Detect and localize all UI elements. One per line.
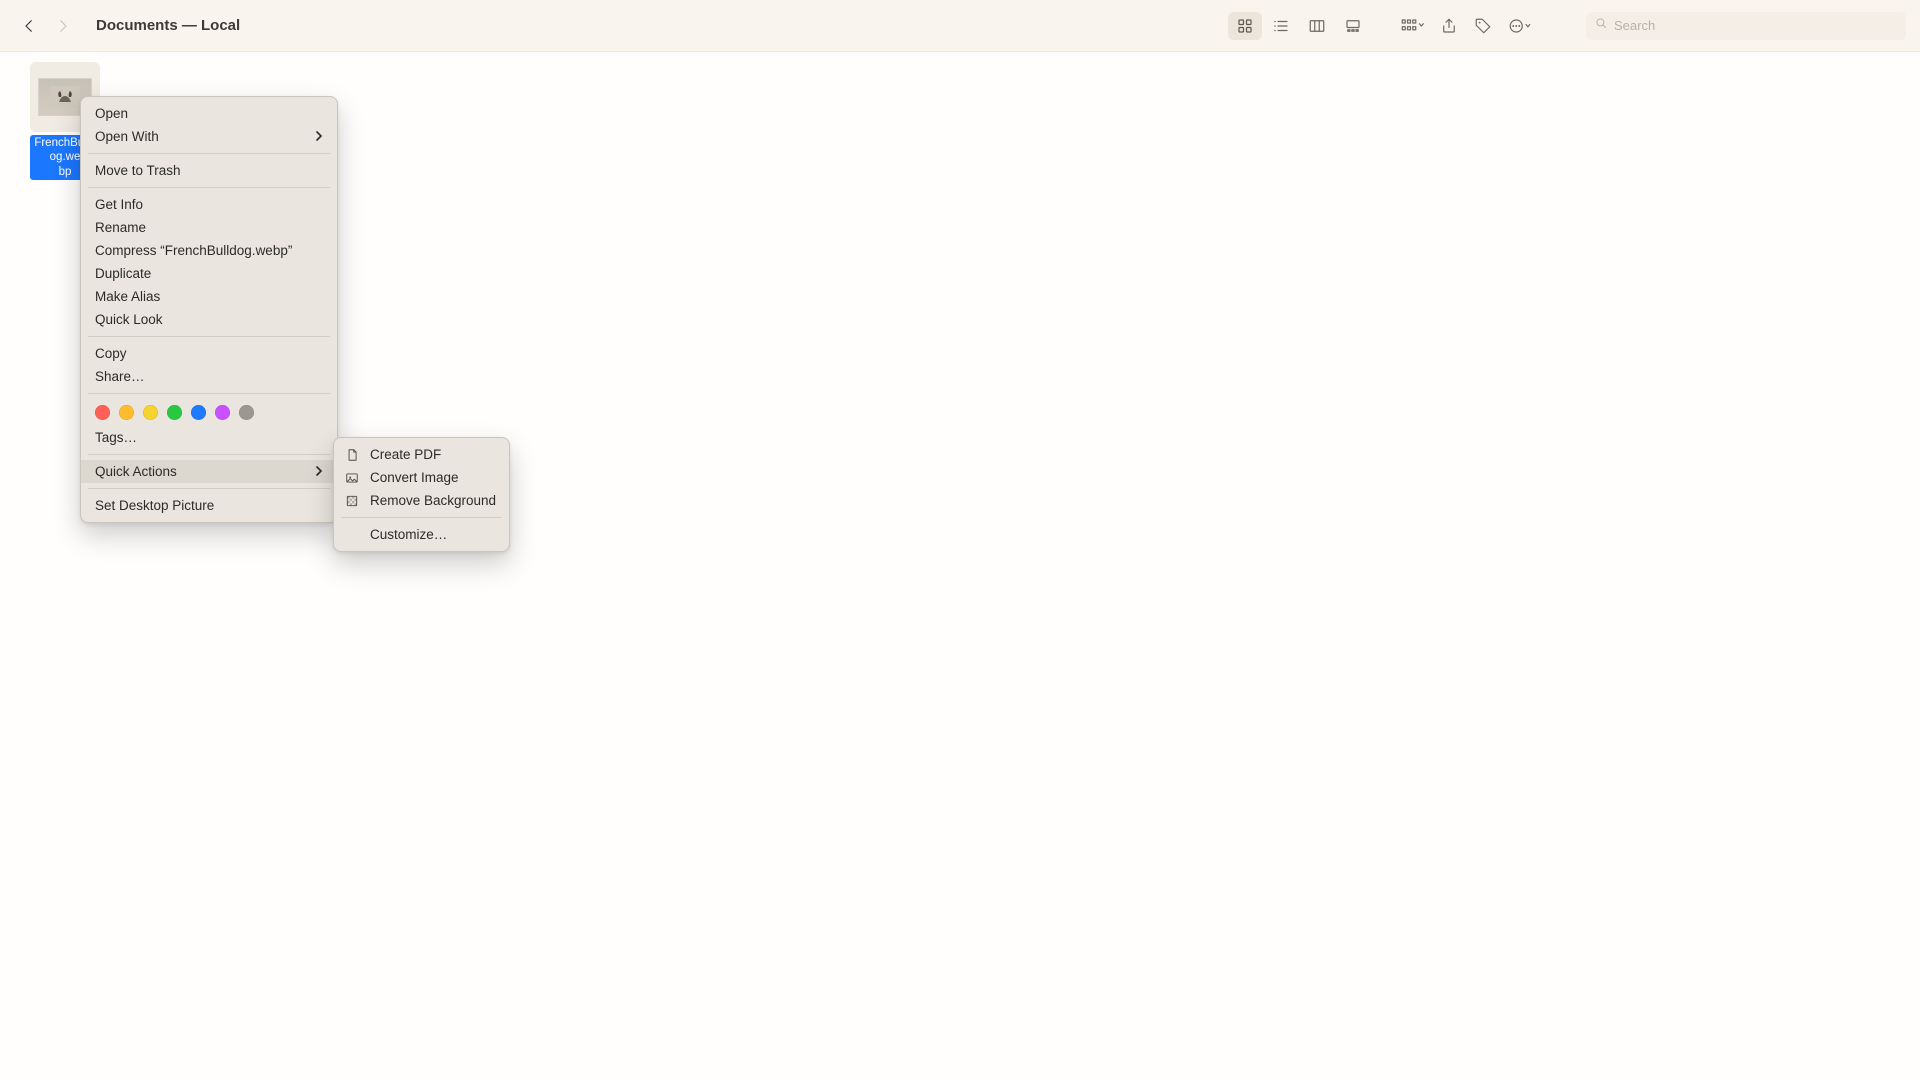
menu-open-with-label: Open With (95, 129, 159, 144)
menu-set-desktop-picture[interactable]: Set Desktop Picture (81, 494, 337, 517)
menu-open-with[interactable]: Open With (81, 125, 337, 148)
menu-tag-colors (81, 399, 337, 426)
tag-color-dot[interactable] (239, 405, 254, 420)
tag-color-dot[interactable] (191, 405, 206, 420)
menu-open[interactable]: Open (81, 102, 337, 125)
context-menu: Open Open With Move to Trash Get Info Re… (80, 96, 338, 523)
file-name-line2: bp (59, 166, 72, 178)
menu-copy[interactable]: Copy (81, 342, 337, 365)
menu-quick-look[interactable]: Quick Look (81, 308, 337, 331)
menu-separator (88, 187, 330, 188)
menu-move-to-trash[interactable]: Move to Trash (81, 159, 337, 182)
view-icon-button[interactable] (1228, 12, 1262, 40)
menu-separator (341, 517, 502, 518)
menu-set-desktop-picture-label: Set Desktop Picture (95, 498, 214, 513)
share-button[interactable] (1432, 12, 1466, 40)
tag-color-dot[interactable] (167, 405, 182, 420)
menu-duplicate-label: Duplicate (95, 266, 151, 281)
menu-open-label: Open (95, 106, 128, 121)
image-icon (344, 471, 360, 485)
menu-share[interactable]: Share… (81, 365, 337, 388)
menu-get-info-label: Get Info (95, 197, 143, 212)
menu-compress-label: Compress “FrenchBulldog.webp” (95, 243, 292, 258)
menu-duplicate[interactable]: Duplicate (81, 262, 337, 285)
document-icon (344, 448, 360, 462)
submenu-create-pdf-label: Create PDF (370, 447, 441, 462)
menu-rename[interactable]: Rename (81, 216, 337, 239)
titlebar: Documents — Local (0, 0, 1920, 52)
submenu-customize-label: Customize… (370, 527, 447, 542)
menu-separator (88, 488, 330, 489)
view-column-button[interactable] (1300, 12, 1334, 40)
menu-copy-label: Copy (95, 346, 127, 361)
tag-color-dot[interactable] (215, 405, 230, 420)
search-icon (1594, 16, 1608, 35)
search-input[interactable] (1614, 18, 1898, 33)
submenu-create-pdf[interactable]: Create PDF (334, 443, 509, 466)
submenu-remove-background-label: Remove Background (370, 493, 496, 508)
chevron-right-icon (315, 129, 323, 144)
tag-color-dot[interactable] (143, 405, 158, 420)
tag-color-dot[interactable] (95, 405, 110, 420)
menu-make-alias[interactable]: Make Alias (81, 285, 337, 308)
action-menu-button[interactable] (1500, 12, 1540, 40)
view-switcher (1228, 12, 1370, 40)
menu-tags-label: Tags… (95, 430, 137, 445)
submenu-convert-image-label: Convert Image (370, 470, 459, 485)
submenu-convert-image[interactable]: Convert Image (334, 466, 509, 489)
menu-share-label: Share… (95, 369, 145, 384)
window-title: Documents — Local (96, 17, 240, 34)
search-field[interactable] (1586, 12, 1906, 40)
quick-actions-submenu: Create PDF Convert Image Remove Backgrou… (333, 437, 510, 552)
menu-compress[interactable]: Compress “FrenchBulldog.webp” (81, 239, 337, 262)
forward-button[interactable] (48, 11, 78, 41)
menu-separator (88, 393, 330, 394)
menu-get-info[interactable]: Get Info (81, 193, 337, 216)
menu-separator (88, 153, 330, 154)
menu-tags[interactable]: Tags… (81, 426, 337, 449)
checker-icon (344, 494, 360, 508)
view-list-button[interactable] (1264, 12, 1298, 40)
chevron-right-icon (315, 464, 323, 479)
menu-quick-actions-label: Quick Actions (95, 464, 177, 479)
tags-button[interactable] (1466, 12, 1500, 40)
menu-rename-label: Rename (95, 220, 146, 235)
submenu-customize[interactable]: Customize… (334, 523, 509, 546)
menu-quick-look-label: Quick Look (95, 312, 163, 327)
tag-color-dot[interactable] (119, 405, 134, 420)
menu-make-alias-label: Make Alias (95, 289, 160, 304)
back-button[interactable] (14, 11, 44, 41)
menu-move-to-trash-label: Move to Trash (95, 163, 181, 178)
menu-separator (88, 336, 330, 337)
file-browser-area[interactable]: FrenchBulldog.we bp Open Open With Move … (0, 52, 1920, 1080)
dog-thumbnail-icon (50, 86, 80, 108)
submenu-remove-background[interactable]: Remove Background (334, 489, 509, 512)
group-by-button[interactable] (1392, 12, 1432, 40)
menu-separator (88, 454, 330, 455)
view-gallery-button[interactable] (1336, 12, 1370, 40)
menu-quick-actions[interactable]: Quick Actions (81, 460, 337, 483)
